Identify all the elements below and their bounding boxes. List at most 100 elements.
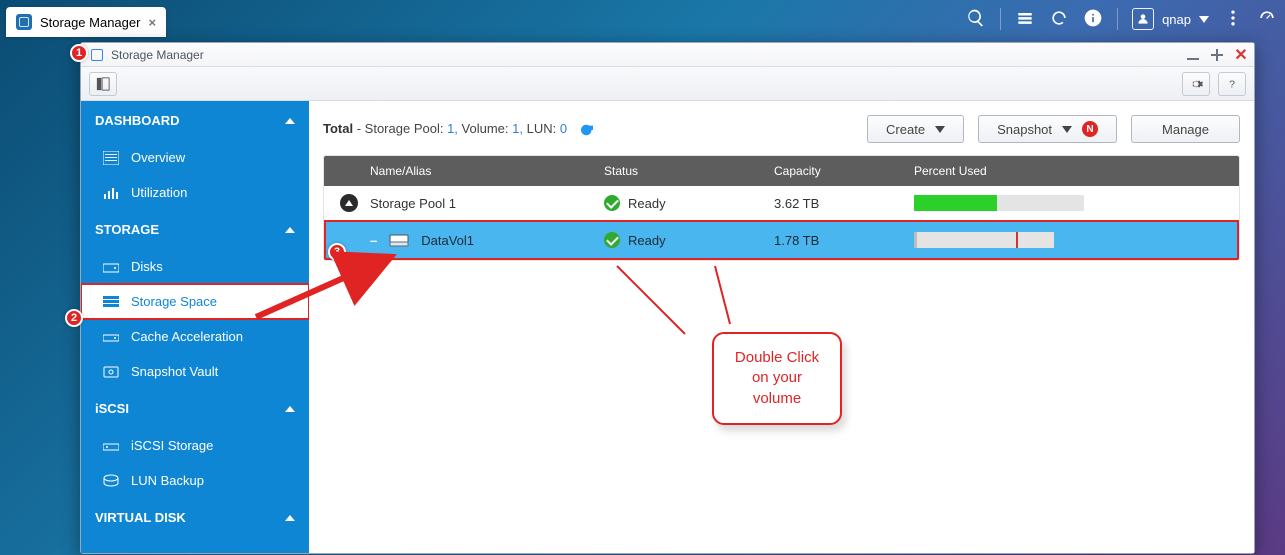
more-icon[interactable] xyxy=(1223,8,1243,31)
window-toolbar: ? xyxy=(81,67,1254,101)
volume-label: Volume: xyxy=(462,121,509,136)
snapshot-button[interactable]: Snapshot N xyxy=(978,115,1117,143)
lun-label: LUN: xyxy=(527,121,557,136)
sidebar-group-virtual-disk[interactable]: VIRTUAL DISK xyxy=(81,498,309,537)
overview-icon xyxy=(103,151,119,165)
sidebar-group-iscsi[interactable]: iSCSI xyxy=(81,389,309,428)
sidebar-item-snapshot-vault[interactable]: Snapshot Vault xyxy=(81,354,309,389)
chevron-up-icon xyxy=(285,515,295,521)
utilization-icon xyxy=(103,186,119,200)
notification-badge: N xyxy=(1082,121,1098,137)
ok-icon xyxy=(604,232,620,248)
storage-pool-label: Storage Pool: xyxy=(365,121,444,136)
sidebar-item-label: Cache Acceleration xyxy=(131,329,243,344)
sidebar-item-label: Storage Space xyxy=(131,294,217,309)
callout-text: on your volume xyxy=(730,368,824,409)
row-capacity: 1.78 TB xyxy=(764,221,904,260)
volume-value: 1, xyxy=(512,121,523,136)
sidebar-group-label: DASHBOARD xyxy=(95,113,180,128)
storage-manager-icon xyxy=(91,49,103,61)
user-menu[interactable]: qnap xyxy=(1132,8,1209,30)
svg-text:?: ? xyxy=(1229,78,1235,90)
sidebar-item-label: Utilization xyxy=(131,185,187,200)
sidebar-group-dashboard[interactable]: DASHBOARD xyxy=(81,101,309,140)
summary-line: Total - Storage Pool: 1, Volume: 1, LUN:… xyxy=(323,121,593,137)
close-icon[interactable]: ✕ xyxy=(1234,48,1248,62)
percent-bar xyxy=(914,195,1084,211)
annotation-badge-1: 1 xyxy=(70,44,88,62)
storage-manager-icon xyxy=(16,14,32,30)
cache-icon xyxy=(103,330,119,344)
sidebar-group-label: VIRTUAL DISK xyxy=(95,510,186,525)
chevron-down-icon xyxy=(935,126,945,133)
sidebar-item-label: Overview xyxy=(131,150,185,165)
maximize-icon[interactable] xyxy=(1210,48,1224,62)
dashboard-icon[interactable] xyxy=(1257,8,1277,31)
row-capacity: 3.62 TB xyxy=(764,188,904,219)
col-status: Status xyxy=(594,156,764,186)
chevron-down-icon xyxy=(1199,16,1209,23)
table-row-pool[interactable]: Storage Pool 1 Ready 3.62 TB xyxy=(324,186,1239,220)
table-row-volume[interactable]: – DataVol1 Ready 1.78 TB xyxy=(324,220,1239,260)
ok-icon xyxy=(604,195,620,211)
col-capacity: Capacity xyxy=(764,156,904,186)
divider xyxy=(1117,8,1118,30)
volume-icon xyxy=(389,232,409,248)
window-titlebar[interactable]: Storage Manager ✕ xyxy=(81,43,1254,67)
percent-bar xyxy=(914,232,1054,248)
taskbar-tabs: Storage Manager × xyxy=(6,1,166,37)
sidebar-group-label: STORAGE xyxy=(95,222,159,237)
row-name: Storage Pool 1 xyxy=(370,196,456,211)
sidebar-group-label: iSCSI xyxy=(95,401,129,416)
taskbar-tab-storage-manager[interactable]: Storage Manager × xyxy=(6,7,166,37)
sidebar-toggle-button[interactable] xyxy=(89,72,117,96)
annotation-callout: Double Click on your volume xyxy=(712,332,842,425)
sidebar-item-label: Disks xyxy=(131,259,163,274)
total-label: Total xyxy=(323,121,353,136)
system-topbar: Storage Manager × qnap xyxy=(0,0,1285,38)
tab-close-icon[interactable]: × xyxy=(148,15,156,30)
chevron-up-icon xyxy=(285,406,295,412)
manage-button[interactable]: Manage xyxy=(1131,115,1240,143)
row-name: DataVol1 xyxy=(421,233,474,248)
col-percent: Percent Used xyxy=(904,156,1239,186)
row-status: Ready xyxy=(628,196,666,211)
snapshot-vault-icon xyxy=(103,365,119,379)
search-icon[interactable] xyxy=(966,8,986,31)
divider xyxy=(1000,8,1001,30)
callout-text: Double Click xyxy=(730,348,824,368)
system-tray: qnap xyxy=(966,8,1277,31)
avatar-icon xyxy=(1132,8,1154,30)
sidebar-item-utilization[interactable]: Utilization xyxy=(81,175,309,210)
storage-space-icon xyxy=(103,295,119,309)
user-name: qnap xyxy=(1162,12,1191,27)
col-name: Name/Alias xyxy=(324,156,594,186)
sidebar-item-lun-backup[interactable]: LUN Backup xyxy=(81,463,309,498)
page-title: Storage Manager xyxy=(111,48,204,62)
settings-button[interactable] xyxy=(1182,72,1210,96)
sidebar-item-overview[interactable]: Overview xyxy=(81,140,309,175)
annotation-arrow xyxy=(246,247,406,337)
sidebar-item-label: Snapshot Vault xyxy=(131,364,218,379)
button-label: Snapshot xyxy=(997,122,1052,137)
help-button[interactable]: ? xyxy=(1218,72,1246,96)
storage-table: Name/Alias Status Capacity Percent Used … xyxy=(323,155,1240,261)
table-header: Name/Alias Status Capacity Percent Used xyxy=(324,156,1239,186)
sidebar-item-label: LUN Backup xyxy=(131,473,204,488)
volumes-icon[interactable] xyxy=(1015,8,1035,31)
create-button[interactable]: Create xyxy=(867,115,964,143)
lun-backup-icon xyxy=(103,474,119,488)
sidebar-item-iscsi-storage[interactable]: iSCSI Storage xyxy=(81,428,309,463)
iscsi-storage-icon xyxy=(103,439,119,453)
minimize-icon[interactable] xyxy=(1186,48,1200,62)
sidebar-group-storage[interactable]: STORAGE xyxy=(81,210,309,249)
refresh-icon[interactable] xyxy=(1049,8,1069,31)
refresh-button[interactable] xyxy=(579,123,593,137)
info-icon[interactable] xyxy=(1083,8,1103,31)
tree-connector-icon: – xyxy=(370,233,377,248)
collapse-icon[interactable] xyxy=(340,194,358,212)
button-label: Create xyxy=(886,122,925,137)
button-label: Manage xyxy=(1162,122,1209,137)
sidebar-item-label: iSCSI Storage xyxy=(131,438,213,453)
lun-value: 0 xyxy=(560,121,567,136)
